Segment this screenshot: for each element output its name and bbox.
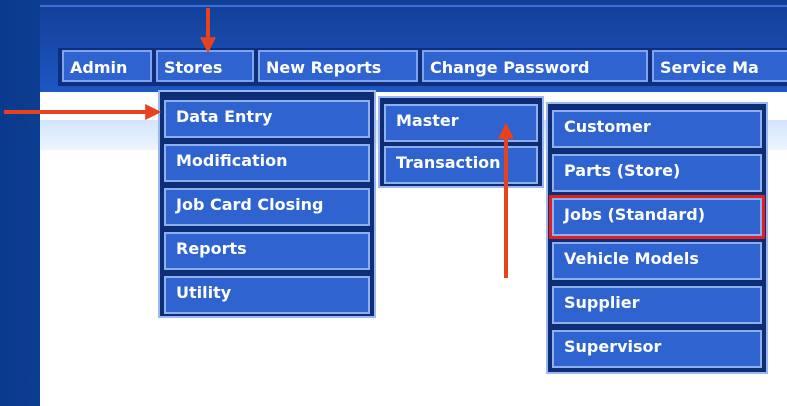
master-item-jobs-standard[interactable]: Jobs (Standard) xyxy=(549,195,765,239)
menu-new-reports[interactable]: New Reports xyxy=(258,50,418,82)
stores-dropdown: Data Entry Modification Job Card Closing… xyxy=(158,90,376,318)
master-item-supervisor[interactable]: Supervisor xyxy=(552,330,762,368)
master-item-customer[interactable]: Customer xyxy=(552,110,762,148)
stores-item-reports[interactable]: Reports xyxy=(164,232,370,270)
master-item-supplier[interactable]: Supplier xyxy=(552,286,762,324)
master-submenu: Customer Parts (Store) Jobs (Standard) V… xyxy=(546,102,768,374)
menu-service-management[interactable]: Service Ma xyxy=(652,50,787,82)
master-item-vehicle-models[interactable]: Vehicle Models xyxy=(552,242,762,280)
stores-item-job-card-closing[interactable]: Job Card Closing xyxy=(164,188,370,226)
stores-item-utility[interactable]: Utility xyxy=(164,276,370,314)
main-menu-bar: Admin Stores New Reports Change Password… xyxy=(58,48,787,86)
data-entry-item-master[interactable]: Master xyxy=(384,104,538,142)
data-entry-submenu: Master Transaction xyxy=(378,96,544,188)
data-entry-item-transaction[interactable]: Transaction xyxy=(384,146,538,184)
stores-item-modification[interactable]: Modification xyxy=(164,144,370,182)
header-divider xyxy=(40,5,787,7)
menu-change-password[interactable]: Change Password xyxy=(422,50,648,82)
stores-item-data-entry[interactable]: Data Entry xyxy=(164,100,370,138)
menu-admin[interactable]: Admin xyxy=(62,50,152,82)
menu-stores[interactable]: Stores xyxy=(156,50,254,82)
master-item-parts-store[interactable]: Parts (Store) xyxy=(552,154,762,192)
